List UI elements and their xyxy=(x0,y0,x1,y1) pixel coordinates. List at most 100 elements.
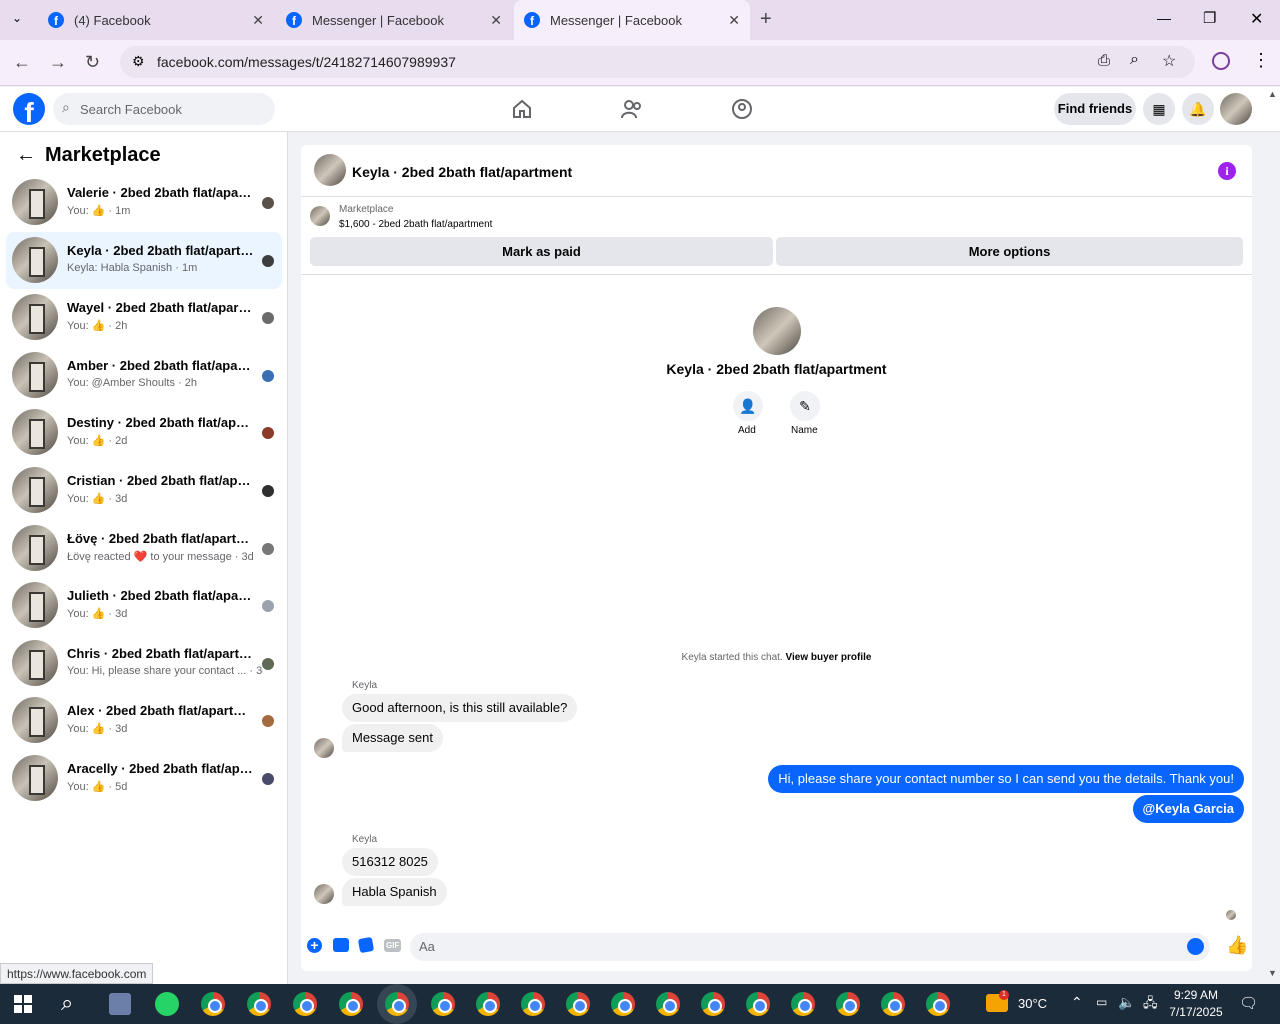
notification-center-icon[interactable]: 🗨 xyxy=(1239,994,1258,1012)
tab-messenger-active[interactable]: f Messenger | Facebook ✕ xyxy=(514,0,750,40)
chrome-window-icon[interactable] xyxy=(791,992,815,1016)
tab-messenger-1[interactable]: f Messenger | Facebook ✕ xyxy=(276,0,512,40)
bookmark-star-icon[interactable]: ☆ xyxy=(1162,51,1176,71)
add-person-icon[interactable]: 👤 xyxy=(733,391,763,421)
sender-avatar[interactable] xyxy=(314,884,334,904)
sender-avatar[interactable] xyxy=(314,738,334,758)
tab-facebook[interactable]: f (4) Facebook ✕ xyxy=(38,0,274,40)
close-window-icon[interactable]: ✕ xyxy=(1250,9,1263,29)
account-avatar[interactable] xyxy=(1220,93,1252,125)
url-bar[interactable]: ⚙ facebook.com/messages/t/24182714607989… xyxy=(120,46,1195,78)
message-bubble[interactable]: Message sent xyxy=(342,724,443,752)
volume-icon[interactable]: 🔈 xyxy=(1118,994,1135,1011)
chrome-window-icon[interactable] xyxy=(521,992,545,1016)
chrome-window-icon[interactable] xyxy=(247,992,271,1016)
tab-search-icon[interactable]: ⌄ xyxy=(12,11,22,25)
chat-title[interactable]: Keyla · 2bed 2bath flat/apartment xyxy=(352,164,572,180)
chrome-window-icon[interactable] xyxy=(385,992,409,1016)
zoom-icon[interactable]: ⌕ xyxy=(1130,51,1139,69)
close-tab-icon[interactable]: ✕ xyxy=(252,12,264,29)
notifications-icon[interactable]: 🔔 xyxy=(1182,93,1214,125)
message-bubble[interactable]: Good afternoon, is this still available? xyxy=(342,694,578,722)
sticker-icon[interactable] xyxy=(357,936,375,954)
outgoing-message-bubble[interactable]: @Keyla Garcia xyxy=(1132,795,1244,823)
friends-icon[interactable] xyxy=(621,99,643,119)
conversation-item[interactable]: Valerie · 2bed 2bath flat/apartment You: … xyxy=(6,174,282,231)
chrome-window-icon[interactable] xyxy=(201,992,225,1016)
minimize-icon[interactable]: — xyxy=(1157,10,1171,26)
conversation-item[interactable]: Alex · 2bed 2bath flat/apartment You: 👍 ·… xyxy=(6,692,282,749)
clock-date[interactable]: 7/17/2025 xyxy=(1167,1005,1225,1019)
chrome-window-icon[interactable] xyxy=(339,992,363,1016)
chrome-window-icon[interactable] xyxy=(881,992,905,1016)
find-friends-button[interactable]: Find friends xyxy=(1054,93,1136,125)
conversation-item[interactable]: Łövę · 2bed 2bath flat/apartment Łövę rea… xyxy=(6,520,282,577)
conversation-item[interactable]: Amber · 2bed 2bath flat/apartment You: @A… xyxy=(6,347,282,404)
battery-icon[interactable]: ▭ xyxy=(1096,995,1107,1009)
edit-name-icon[interactable]: ✎ xyxy=(790,391,820,421)
like-icon[interactable]: 👍 xyxy=(1226,935,1248,956)
conversation-item[interactable]: Keyla · 2bed 2bath flat/apartment Keyla: … xyxy=(6,231,282,289)
chrome-window-icon[interactable] xyxy=(836,992,860,1016)
forward-icon[interactable]: → xyxy=(49,52,67,73)
conversation-item[interactable]: Destiny · 2bed 2bath flat/apartment You: … xyxy=(6,404,282,461)
listing-info[interactable]: $1,600 - 2bed 2bath flat/apartment xyxy=(339,219,492,230)
tray-chevron-icon[interactable]: ⌃ xyxy=(1071,994,1083,1011)
chrome-window-icon[interactable] xyxy=(566,992,590,1016)
more-options-button[interactable]: More options xyxy=(776,237,1243,266)
restore-icon[interactable]: ❐ xyxy=(1203,9,1216,27)
message-bubble[interactable]: Habla Spanish xyxy=(342,878,447,906)
close-tab-icon[interactable]: ✕ xyxy=(490,12,502,29)
conversation-item[interactable]: Wayel · 2bed 2bath flat/apartment You: 👍 … xyxy=(6,289,282,346)
scroll-down-icon[interactable]: ▼ xyxy=(1268,968,1277,978)
conversation-item[interactable]: Julieth · 2bed 2bath flat/apartment You: … xyxy=(6,577,282,634)
reload-icon[interactable]: ↻ xyxy=(85,52,100,73)
conversation-item[interactable]: Aracelly · 2bed 2bath flat/apartment You:… xyxy=(6,750,282,807)
temperature[interactable]: 30°C xyxy=(1018,996,1047,1011)
menu-grid-icon[interactable]: ▦ xyxy=(1143,93,1175,125)
listing-thumbnail xyxy=(12,409,58,456)
chat-avatar[interactable] xyxy=(314,154,346,186)
browser-menu-icon[interactable]: ⋮ xyxy=(1252,50,1270,71)
conversation-item[interactable]: Chris · 2bed 2bath flat/apartment You: Hi… xyxy=(6,635,282,692)
chrome-window-icon[interactable] xyxy=(611,992,635,1016)
chrome-window-icon[interactable] xyxy=(746,992,770,1016)
install-app-icon[interactable]: ⎙ xyxy=(1098,52,1110,69)
chrome-window-icon[interactable] xyxy=(926,992,950,1016)
info-icon[interactable]: i xyxy=(1218,162,1236,180)
chrome-window-icon[interactable] xyxy=(476,992,500,1016)
chrome-window-icon[interactable] xyxy=(293,992,317,1016)
profile-icon[interactable] xyxy=(1212,52,1230,70)
taskbar-search-icon[interactable]: ⌕ xyxy=(61,990,73,1016)
scroll-up-icon[interactable]: ▲ xyxy=(1268,89,1277,99)
new-tab-icon[interactable]: + xyxy=(760,8,772,31)
chrome-window-icon[interactable] xyxy=(431,992,455,1016)
emoji-icon[interactable] xyxy=(1187,938,1204,955)
gif-icon[interactable]: GIF xyxy=(384,939,402,952)
message-bubble[interactable]: 516312 8025 xyxy=(342,848,438,876)
search-input[interactable]: ⌕ Search Facebook xyxy=(53,93,275,125)
whatsapp-icon[interactable] xyxy=(155,992,179,1016)
photo-icon[interactable] xyxy=(333,938,349,952)
windows-start-icon[interactable] xyxy=(14,995,32,1013)
outgoing-message-bubble[interactable]: Hi, please share your contact number so … xyxy=(768,765,1244,793)
clock-time[interactable]: 9:29 AM xyxy=(1168,988,1224,1002)
message-input[interactable]: Aa xyxy=(410,933,1210,961)
plus-icon[interactable]: + xyxy=(307,938,322,953)
groups-icon[interactable] xyxy=(731,98,753,120)
close-tab-icon[interactable]: ✕ xyxy=(728,12,740,29)
network-icon[interactable]: 🖧 xyxy=(1143,994,1158,1016)
mark-as-paid-button[interactable]: Mark as paid xyxy=(310,237,773,266)
facebook-logo[interactable]: f xyxy=(13,93,45,125)
view-buyer-profile-link[interactable]: View buyer profile xyxy=(786,652,872,663)
site-info-icon[interactable]: ⚙ xyxy=(132,53,145,70)
back-arrow-icon[interactable]: ← xyxy=(16,144,36,167)
chrome-window-icon[interactable] xyxy=(701,992,725,1016)
taskbar-app-icon[interactable] xyxy=(109,993,131,1015)
back-icon[interactable]: ← xyxy=(13,52,31,73)
listing-thumbnail xyxy=(12,582,58,629)
home-icon[interactable] xyxy=(511,99,533,119)
conversation-item[interactable]: Cristian · 2bed 2bath flat/apartment You:… xyxy=(6,462,282,519)
chrome-window-icon[interactable] xyxy=(656,992,680,1016)
read-receipt-avatar xyxy=(262,312,274,325)
